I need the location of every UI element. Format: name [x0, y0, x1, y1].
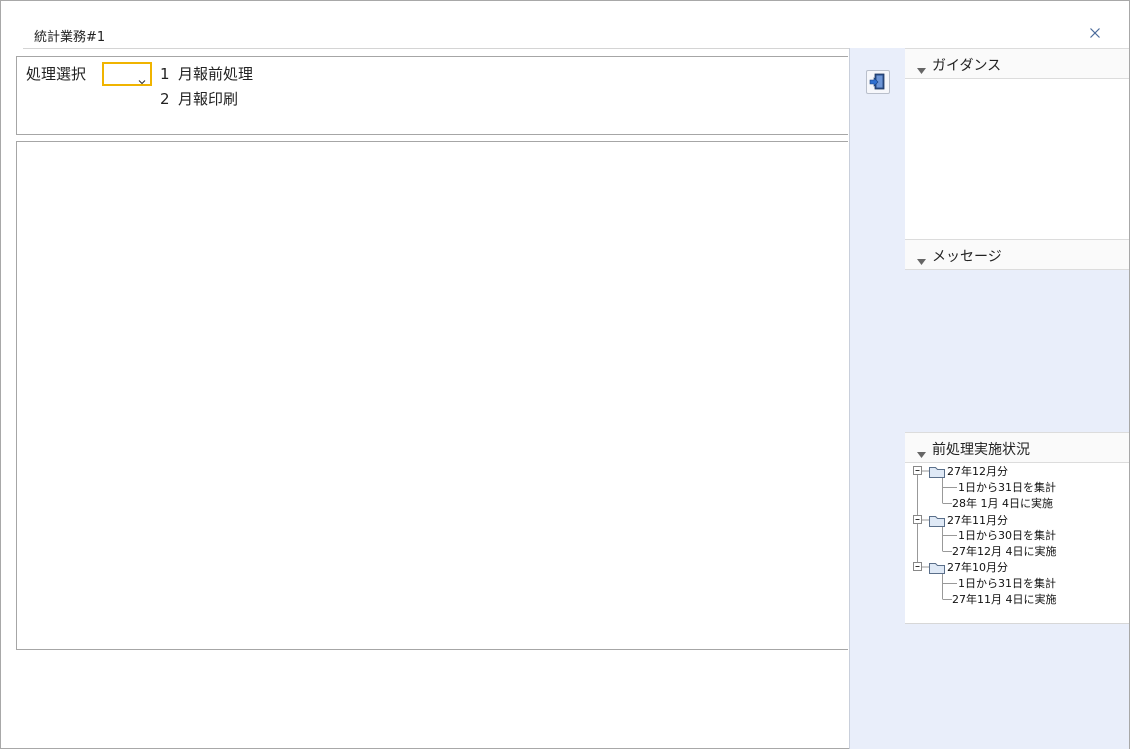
folder-icon: [929, 563, 945, 574]
tree-node-month[interactable]: 27年12月分: [947, 465, 1008, 478]
tree-node-detail: 1日から31日を集計: [958, 481, 1056, 494]
exit-button[interactable]: [866, 70, 890, 94]
folder-icon: [929, 516, 945, 527]
tree-node-detail: 28年 1月 4日に実施: [952, 497, 1053, 510]
chevron-down-icon: [138, 70, 146, 85]
option-label: 月報前処理: [178, 65, 254, 83]
process-option-1[interactable]: 1 月報前処理: [160, 63, 253, 84]
option-number: 2: [160, 90, 170, 108]
guidance-panel-title: ガイダンス: [932, 58, 1002, 74]
title-bar: 統計業務#1: [23, 19, 1109, 49]
status-tree: 27年12月分 1日から31日を集計 28年 1月 4日に実施 27年11月分 …: [905, 463, 1129, 624]
collapse-triangle-icon: [917, 60, 926, 74]
message-panel-title: メッセージ: [932, 249, 1002, 265]
option-number: 1: [160, 65, 170, 83]
folder-icon: [929, 467, 945, 478]
tree-node-detail: 27年12月 4日に実施: [952, 545, 1057, 558]
status-panel-title: 前処理実施状況: [932, 442, 1030, 458]
tree-node-month[interactable]: 27年10月分: [947, 561, 1008, 574]
process-select-label: 処理選択: [26, 65, 87, 83]
process-option-2[interactable]: 2 月報印刷: [160, 88, 238, 109]
process-selection-area: 処理選択 1 月報前処理 2 月報印刷: [16, 56, 848, 135]
option-label: 月報印刷: [178, 90, 239, 108]
tree-node-month[interactable]: 27年11月分: [947, 514, 1008, 527]
main-content-area: [16, 141, 848, 650]
collapse-triangle-icon: [917, 444, 926, 458]
message-panel-header[interactable]: メッセージ: [905, 239, 1129, 270]
tree-node-detail: 27年11月 4日に実施: [952, 593, 1057, 606]
tree-collapse-icon: [913, 562, 922, 571]
exit-door-icon: [867, 73, 889, 97]
window-title: 統計業務#1: [34, 30, 106, 45]
tree-collapse-icon: [913, 515, 922, 524]
process-select-dropdown[interactable]: [102, 62, 152, 86]
close-icon[interactable]: [1087, 25, 1103, 41]
window-frame: 統計業務#1 処理選択 1 月報前処理 2 月報印刷 ガイダンス メッセージ 前…: [0, 0, 1130, 749]
tree-collapse-icon: [913, 466, 922, 475]
collapse-triangle-icon: [917, 251, 926, 265]
guidance-panel-header[interactable]: ガイダンス: [905, 48, 1129, 79]
status-panel-header[interactable]: 前処理実施状況: [905, 432, 1129, 463]
guidance-panel-body: [905, 79, 1129, 239]
tool-strip: [849, 48, 906, 749]
tree-node-detail: 1日から30日を集計: [958, 529, 1056, 542]
message-panel-body: [905, 270, 1129, 432]
right-panel: ガイダンス メッセージ 前処理実施状況 27年12月分 1日から31日を集計 2…: [905, 48, 1129, 749]
tree-node-detail: 1日から31日を集計: [958, 577, 1056, 590]
